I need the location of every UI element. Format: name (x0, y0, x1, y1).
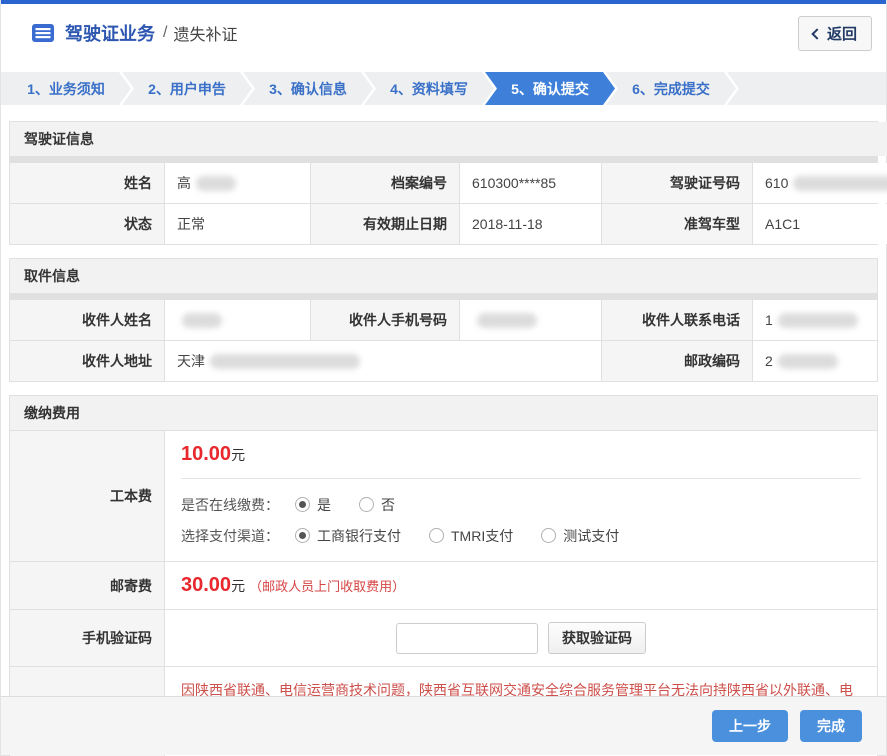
radio-label: 测试支付 (563, 526, 619, 546)
name-label: 姓名 (10, 163, 164, 203)
mail-fee-label: 邮寄费 (10, 562, 164, 609)
step-bar-filler (727, 72, 886, 105)
radio-option-no[interactable]: 否 (359, 495, 395, 515)
breadcrumb-separator: / (163, 24, 167, 42)
step-navigation: 1、业务须知 2、用户申告 3、确认信息 4、资料填写 5、确认提交 6、完成提… (1, 72, 886, 105)
previous-step-button[interactable]: 上一步 (712, 710, 788, 742)
mail-fee-cell: 30.00元（邮政人员上门收取费用） (165, 562, 877, 609)
expiry-label: 有效期止日期 (311, 204, 459, 244)
status-value: 正常 (165, 204, 310, 244)
recipient-name-value (165, 300, 310, 340)
online-payment-question: 是否在线缴费： 是 否 (181, 491, 861, 518)
payment-channel-question: 选择支付渠道： 工商银行支付 TMRI支付 测试支付 (181, 522, 861, 549)
mail-fee-amount: 30.00元（邮政人员上门收取费用） (181, 574, 861, 597)
list-icon (31, 23, 55, 43)
recipient-mobile-label: 收件人手机号码 (311, 300, 459, 340)
radio-label: 否 (381, 495, 395, 515)
footer-bar: 上一步 完成 (1, 696, 886, 755)
finish-button[interactable]: 完成 (800, 710, 862, 742)
step-label: 5、确认提交 (511, 79, 589, 99)
captcha-cell: 获取验证码 (165, 610, 877, 666)
back-button-label: 返回 (827, 23, 857, 44)
name-value: 高 (165, 163, 310, 203)
redacted-blur (196, 176, 236, 191)
fees-section-title: 缴纳费用 (10, 396, 877, 430)
page: 驾驶证业务 / 遗失补证 返回 1、业务须知 2、用户申告 3、确认信息 4、资… (0, 0, 887, 756)
captcha-input[interactable] (396, 623, 538, 654)
license-number-label: 驾驶证号码 (602, 163, 752, 203)
step-label: 6、完成提交 (632, 79, 710, 99)
redacted-blur (778, 354, 838, 369)
recipient-phone-value: 1 (753, 300, 877, 340)
breadcrumb-current: 遗失补证 (173, 21, 237, 45)
captcha-label: 手机验证码 (10, 610, 164, 666)
recipient-phone-label: 收件人联系电话 (602, 300, 752, 340)
redacted-blur (477, 313, 537, 328)
production-fee-cell: 10.00元 是否在线缴费： 是 否 选择支付渠道： (165, 431, 877, 561)
radio-icon[interactable] (541, 528, 556, 543)
step-tab-2[interactable]: 2、用户申告 (122, 72, 252, 105)
mail-fee-note: （邮政人员上门收取费用） (249, 579, 405, 594)
production-fee-label: 工本费 (10, 431, 164, 561)
main-content: 驾驶证信息 姓名 高 档案编号 610300****85 驾驶证号码 610 状… (1, 105, 886, 756)
radio-icon[interactable] (429, 528, 444, 543)
step-tab-5[interactable]: 5、确认提交 (485, 72, 615, 105)
vehicle-type-value: A1C1 (753, 204, 887, 244)
vehicle-type-label: 准驾车型 (602, 204, 752, 244)
pickup-section-title: 取件信息 (10, 259, 877, 293)
step-label: 4、资料填写 (390, 79, 468, 99)
step-label: 1、业务须知 (27, 79, 105, 99)
postal-code-label: 邮政编码 (602, 341, 752, 381)
expiry-value: 2018-11-18 (460, 204, 601, 244)
radio-label: 是 (317, 495, 331, 515)
recipient-mobile-value (460, 300, 601, 340)
page-header: 驾驶证业务 / 遗失补证 返回 (1, 4, 886, 62)
step-tab-3[interactable]: 3、确认信息 (243, 72, 373, 105)
step-tab-1[interactable]: 1、业务须知 (1, 72, 131, 105)
status-label: 状态 (10, 204, 164, 244)
redacted-blur (793, 176, 887, 191)
recipient-address-value: 天津 (165, 341, 601, 381)
radio-label: TMRI支付 (451, 526, 513, 546)
back-button[interactable]: 返回 (798, 16, 872, 51)
divider (181, 478, 861, 479)
postal-code-value: 2 (753, 341, 877, 381)
redacted-blur (182, 313, 222, 328)
redacted-blur (210, 354, 360, 369)
recipient-address-label: 收件人地址 (10, 341, 164, 381)
license-section-title: 驾驶证信息 (10, 122, 887, 156)
license-info-table: 驾驶证信息 姓名 高 档案编号 610300****85 驾驶证号码 610 状… (9, 121, 878, 245)
step-label: 3、确认信息 (269, 79, 347, 99)
redacted-blur (778, 313, 858, 328)
pickup-info-table: 取件信息 收件人姓名 收件人手机号码 收件人联系电话 1 收件人地址 天津 邮政… (9, 258, 878, 382)
radio-option-icbc[interactable]: 工商银行支付 (295, 526, 401, 546)
chevron-left-icon (811, 28, 822, 39)
step-tab-6[interactable]: 6、完成提交 (606, 72, 736, 105)
recipient-name-label: 收件人姓名 (10, 300, 164, 340)
radio-icon[interactable] (295, 528, 310, 543)
production-fee-amount: 10.00元 (181, 443, 861, 466)
get-captcha-button[interactable]: 获取验证码 (548, 622, 646, 654)
step-label: 2、用户申告 (148, 79, 226, 99)
page-title: 驾驶证业务 (65, 20, 155, 46)
file-number-label: 档案编号 (311, 163, 459, 203)
step-tab-4[interactable]: 4、资料填写 (364, 72, 494, 105)
license-number-value: 610 (753, 163, 887, 203)
file-number-value: 610300****85 (460, 163, 601, 203)
radio-option-test[interactable]: 测试支付 (541, 526, 619, 546)
radio-label: 工商银行支付 (317, 526, 401, 546)
radio-option-yes[interactable]: 是 (295, 495, 331, 515)
radio-icon[interactable] (295, 497, 310, 512)
radio-icon[interactable] (359, 497, 374, 512)
radio-option-tmri[interactable]: TMRI支付 (429, 526, 513, 546)
